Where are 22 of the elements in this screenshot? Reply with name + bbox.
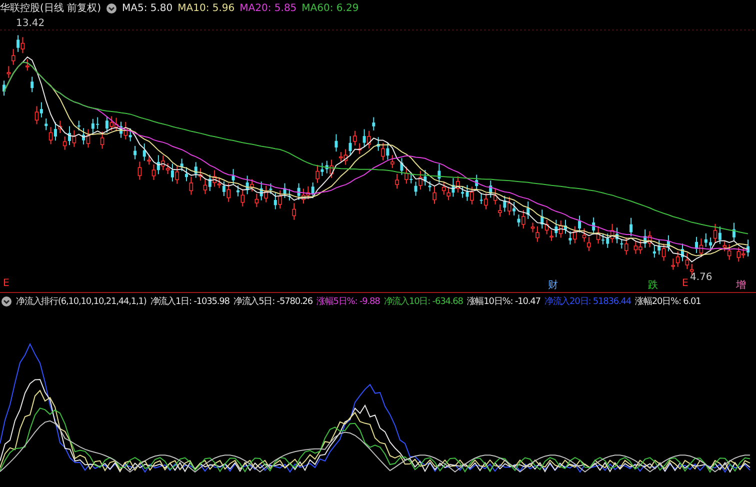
low-price-label: 4.76 [690, 272, 712, 283]
event-marker[interactable]: 跌 [648, 278, 658, 292]
indicator-value: 净流入5日: -5780.26 [233, 296, 312, 308]
dropdown-icon[interactable] [106, 2, 117, 14]
chart-title: 华联控股(日线 前复权) [0, 2, 101, 15]
dropdown-icon[interactable] [1, 296, 12, 307]
indicator-title: 净流入排行(6,10,10,10,21,44,1,1) [16, 296, 146, 308]
ma-value: MA5: 5.80 [122, 2, 173, 14]
indicator-value: 净流入10日: -634.68 [384, 296, 463, 308]
event-marker[interactable]: E [682, 278, 688, 289]
ma-value: MA60: 6.29 [302, 2, 359, 14]
indicator-value: 净流入1日: -1035.98 [150, 296, 230, 308]
ma-value: MA20: 5.85 [240, 2, 297, 14]
indicator-value: 涨幅5日%: -9.88 [316, 296, 380, 308]
high-price-label: 13.42 [16, 18, 45, 29]
indicator-value: 净流入20日: 51836.44 [544, 296, 632, 308]
event-marker[interactable]: 增 [736, 278, 746, 292]
indicator-value: 涨幅20日%: 6.01 [635, 296, 701, 308]
event-marker[interactable]: E [3, 278, 10, 289]
indicator-value: 涨幅10日%: -10.47 [466, 296, 540, 308]
event-marker[interactable]: 财 [548, 278, 558, 292]
ma-value: MA10: 5.96 [178, 2, 235, 14]
